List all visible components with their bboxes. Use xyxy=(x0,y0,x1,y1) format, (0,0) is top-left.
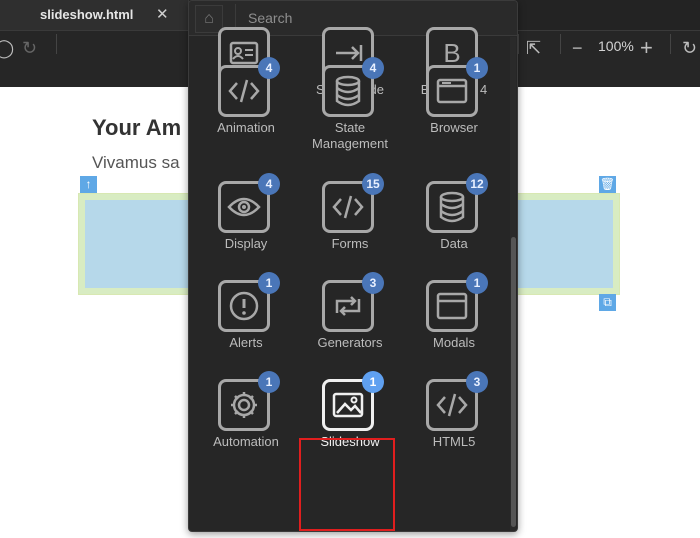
component-generators[interactable]: 3 Generators xyxy=(305,272,395,380)
component-animation[interactable]: 4 Animation xyxy=(201,57,291,165)
count-badge: 1 xyxy=(466,57,488,79)
count-badge: 4 xyxy=(258,173,280,195)
components-panel: ⌂ CardsServer Side IncludesBBootstrap 44… xyxy=(188,0,518,532)
toolbar-divider xyxy=(670,34,671,54)
component-label: Forms xyxy=(331,236,369,251)
count-badge: 3 xyxy=(362,272,384,294)
component-slideshow[interactable]: 1 Slideshow xyxy=(305,371,395,479)
component-label: Data xyxy=(440,236,468,251)
component-alerts[interactable]: 1 Alerts xyxy=(201,272,291,380)
count-badge: 4 xyxy=(258,57,280,79)
count-badge: 3 xyxy=(466,371,488,393)
count-badge: 12 xyxy=(466,173,488,195)
toolbar-divider xyxy=(56,34,57,54)
count-badge: 4 xyxy=(362,57,384,79)
component-label: Alerts xyxy=(229,335,263,350)
component-automation[interactable]: 1 Automation xyxy=(201,371,291,479)
component-label: Display xyxy=(224,236,268,251)
tab-slideshow[interactable]: slideshow.html ✕ xyxy=(0,0,189,30)
back-icon[interactable]: ◯ xyxy=(0,38,14,59)
component-data[interactable]: 12 Data xyxy=(409,173,499,281)
tab-title: slideshow.html xyxy=(40,7,134,22)
zoom-in-icon[interactable]: + xyxy=(640,35,653,61)
component-state-management[interactable]: 4 State Management xyxy=(305,57,395,165)
component-cards[interactable]: Cards xyxy=(201,1,291,97)
count-badge: 1 xyxy=(258,371,280,393)
close-icon[interactable]: ✕ xyxy=(156,5,169,23)
duplicate-icon[interactable]: ⧉ xyxy=(599,294,616,311)
component-label: Modals xyxy=(433,335,475,350)
component-forms[interactable]: 15 Forms xyxy=(305,173,395,281)
component-label: HTML5 xyxy=(432,434,476,449)
toolbar-divider xyxy=(560,34,561,54)
page-heading[interactable]: Your Am xyxy=(92,115,181,141)
count-badge: 15 xyxy=(362,173,384,195)
svg-text:B: B xyxy=(443,38,460,68)
scrollbar[interactable] xyxy=(510,37,516,531)
delete-icon[interactable]: 🗑 xyxy=(599,176,616,193)
component-label: Slideshow xyxy=(320,434,380,449)
count-badge: 1 xyxy=(258,272,280,294)
move-up-icon[interactable]: ↑ xyxy=(80,176,97,193)
component-label: Automation xyxy=(213,434,279,449)
component-bootstrap-4[interactable]: BBootstrap 4 xyxy=(409,1,499,97)
component-display[interactable]: 4 Display xyxy=(201,173,291,281)
zoom-level: 100% xyxy=(598,38,634,54)
component-server-side-includes[interactable]: Server Side Includes xyxy=(305,1,395,113)
zoom-out-icon[interactable]: − xyxy=(572,38,583,59)
share-icon[interactable]: ⇱ xyxy=(526,38,541,59)
component-label: Browser xyxy=(430,120,478,135)
toolbar-divider xyxy=(518,34,519,54)
refresh-icon[interactable]: ↻ xyxy=(682,38,697,59)
component-label: State Management xyxy=(312,120,388,151)
component-browser[interactable]: 1 Browser xyxy=(409,57,499,165)
page-paragraph[interactable]: Vivamus sa xyxy=(92,153,180,173)
component-modals[interactable]: 1 Modals xyxy=(409,272,499,380)
component-label: Animation xyxy=(217,120,275,135)
component-label: Generators xyxy=(317,335,383,350)
scrollbar-thumb[interactable] xyxy=(511,237,516,527)
count-badge: 1 xyxy=(466,272,488,294)
reload-icon[interactable]: ↻ xyxy=(22,38,37,59)
component-html5[interactable]: 3 HTML5 xyxy=(409,371,499,479)
count-badge: 1 xyxy=(362,371,384,393)
